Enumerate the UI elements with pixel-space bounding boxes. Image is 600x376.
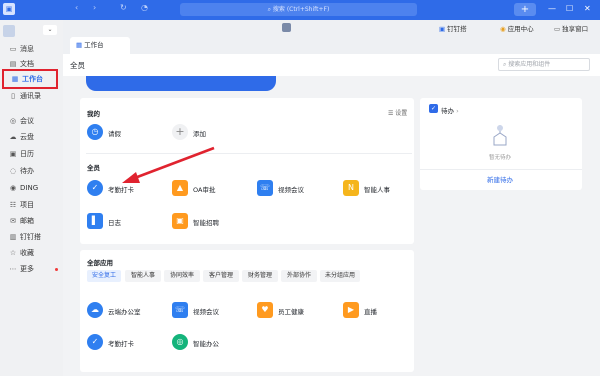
clock-icon: ◷ [87, 124, 103, 140]
chip-safe-return[interactable]: 安全复工 [87, 270, 121, 282]
chip-smart-hr[interactable]: 智能人事 [125, 270, 161, 282]
create-plus-button[interactable]: + [514, 3, 536, 16]
all-staff-title: 全员 [87, 164, 100, 172]
todo-empty-text: 暂无待办 [489, 155, 512, 161]
cloud-disk-icon: ☁ [9, 133, 17, 141]
breadcrumb-row: 全员 ⌕ 搜索应用和组件 [63, 54, 600, 76]
settings-link[interactable]: ☰ 设置 [388, 108, 407, 117]
recruit-icon: ▣ [172, 213, 188, 229]
sidebar-item-more[interactable]: ⋯ 更多 [2, 262, 58, 276]
sidebar-item-favorite[interactable]: ☆ 收藏 [2, 246, 58, 260]
mail-icon: ✉ [10, 217, 16, 225]
sidebar-item-ding[interactable]: ◉ DING [2, 181, 58, 195]
global-search-input[interactable]: ⌕ 搜索 (Ctrl+Shift+F) [180, 3, 417, 16]
smart-office-icon: ◎ [172, 334, 188, 350]
log-icon: ▌ [87, 213, 103, 229]
refresh-icon[interactable]: ↻ [120, 3, 127, 12]
live-icon: ▶ [343, 302, 359, 318]
window-icon: ▭ [554, 25, 561, 33]
tab-bar: ▣ 钉钉搭 ◉ 应用中心 ▭ 独享窗口 ▦ 工作台 [63, 20, 600, 54]
cloud-office-icon: ☁ [87, 302, 103, 318]
sidebar-item-todo[interactable]: ◌ 待办 [2, 164, 58, 178]
history-icon[interactable]: ◔ [141, 3, 148, 12]
dingda-button[interactable]: ▣ 钉钉搭 [439, 23, 467, 33]
chip-crm[interactable]: 客户管理 [203, 270, 239, 282]
minimize-icon[interactable]: — [548, 4, 556, 13]
plus-icon: + [172, 124, 188, 140]
chip-finance[interactable]: 财务管理 [242, 270, 278, 282]
app-center-button[interactable]: ◉ 应用中心 [500, 23, 534, 33]
app-center-icon: ◉ [500, 25, 506, 33]
workbench-search-input[interactable]: ⌕ 搜索应用和组件 [498, 58, 590, 71]
meeting-icon: ◎ [9, 117, 17, 125]
sidebar-item-calendar[interactable]: ▣ 日历 [2, 147, 58, 161]
todo-divider [420, 169, 582, 170]
sidebar-item-mail[interactable]: ✉ 邮箱 [2, 214, 58, 228]
org-avatar-icon[interactable] [3, 25, 15, 37]
message-icon: ▭ [9, 45, 17, 53]
video-meeting-icon: ☏ [172, 302, 188, 318]
calendar-icon: ▣ [9, 150, 17, 158]
ding-icon: ◉ [9, 184, 17, 192]
todo-checkbox-icon[interactable]: ✓ [429, 104, 438, 113]
page-title: 全员 [70, 61, 85, 70]
workbench-icon: ▦ [11, 75, 19, 83]
sidebar-item-builder[interactable]: ▥ 钉钉搭 [2, 230, 58, 244]
mine-title: 我的 [87, 110, 100, 118]
empty-todo-illustration-icon [493, 125, 507, 146]
more-icon: ⋯ [9, 265, 17, 273]
back-icon[interactable]: ‹ [75, 3, 78, 12]
tab-workbench[interactable]: ▦ 工作台 [70, 37, 130, 54]
video-meeting-icon: ☏ [257, 180, 273, 196]
chip-external[interactable]: 外部协作 [281, 270, 317, 282]
workbench-tab-icon: ▦ [76, 41, 83, 49]
banner[interactable] [86, 76, 276, 91]
org-switch-chevron-icon[interactable]: ⌄ [43, 25, 57, 35]
chip-collab[interactable]: 协同效率 [164, 270, 200, 282]
todo-icon: ◌ [9, 167, 17, 175]
builder-icon: ▥ [9, 233, 17, 241]
sidebar-item-contacts[interactable]: ▯ 通讯录 [2, 89, 58, 103]
sidebar-item-workbench[interactable]: ▦ 工作台 [2, 69, 58, 89]
sidebar-item-docs[interactable]: ▤ 文档 [2, 57, 58, 71]
more-badge [55, 268, 58, 271]
layout-grid-icon[interactable] [282, 23, 291, 32]
annotation-arrow-icon [122, 146, 215, 183]
sidebar-item-cloud-disk[interactable]: ☁ 云盘 [2, 130, 58, 144]
contacts-icon: ▯ [11, 92, 15, 100]
health-icon: ♥ [257, 302, 273, 318]
attendance-icon: ✓ [87, 180, 103, 196]
forward-icon[interactable]: › [93, 3, 96, 12]
app-avatar-icon[interactable]: ▣ [3, 3, 15, 15]
todo-title[interactable]: 待办 › [441, 105, 459, 115]
new-todo-button[interactable]: 新建待办 [487, 174, 513, 184]
favorite-icon: ☆ [9, 249, 17, 257]
sidebar-item-message[interactable]: ▭ 消息 [2, 42, 58, 56]
maximize-icon[interactable]: ☐ [566, 4, 573, 13]
close-icon[interactable]: ✕ [584, 4, 591, 13]
chevron-right-icon: › [456, 107, 459, 115]
sidebar-item-project[interactable]: ☷ 项目 [2, 198, 58, 212]
smart-hr-icon: N [343, 180, 359, 196]
project-icon: ☷ [9, 201, 17, 209]
chip-ungrouped[interactable]: 未分组应用 [320, 270, 360, 282]
exclusive-window-button[interactable]: ▭ 独享窗口 [554, 23, 588, 33]
sidebar-item-meeting[interactable]: ◎ 会议 [2, 114, 58, 128]
attendance-icon: ✓ [87, 334, 103, 350]
all-apps-title: 全部应用 [87, 259, 113, 267]
title-bar: ▣ ‹ › ↻ ◔ ⌕ 搜索 (Ctrl+Shift+F) + — ☐ ✕ [0, 0, 600, 20]
dingda-icon: ▣ [439, 25, 446, 33]
doc-icon: ▤ [9, 60, 17, 68]
